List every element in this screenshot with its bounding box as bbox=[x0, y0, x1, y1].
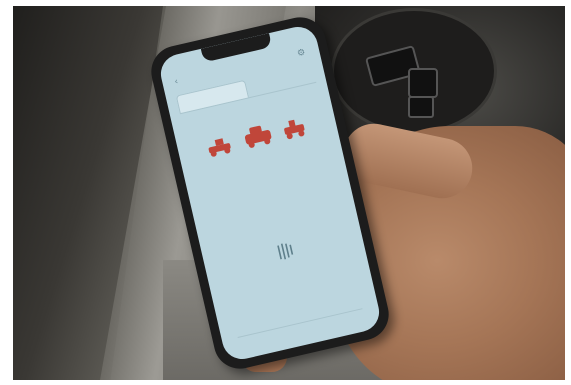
photo: ‹ ⚙ bbox=[13, 6, 565, 380]
message-line bbox=[204, 170, 333, 200]
small-switch bbox=[408, 96, 434, 118]
machines-illustration-icon bbox=[208, 119, 305, 157]
message-line bbox=[204, 170, 333, 200]
settings-icon[interactable]: ⚙ bbox=[296, 48, 306, 60]
bluetooth-pairing-icon bbox=[277, 243, 294, 260]
status-message bbox=[204, 170, 333, 200]
back-icon[interactable]: ‹ bbox=[174, 77, 180, 88]
square-switch bbox=[408, 68, 438, 98]
message-line bbox=[204, 170, 333, 200]
bottom-divider bbox=[237, 308, 363, 338]
